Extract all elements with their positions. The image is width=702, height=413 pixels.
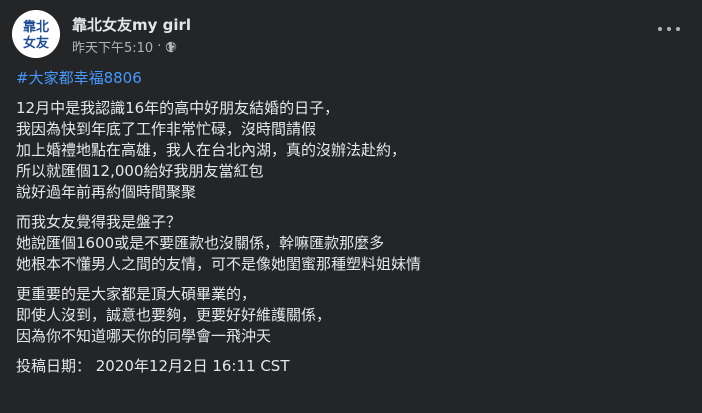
post-line: 更重要的是大家都是頂大碩畢業的， bbox=[16, 285, 257, 303]
post-line: 因為你不知道哪天你的同學會一飛沖天 bbox=[16, 327, 272, 345]
post-paragraph-1: 12月中是我認識16年的高中好朋友結婚的日子， 我因為快到年底了工作非常忙碌，沒… bbox=[16, 98, 686, 203]
post-line: 說好過年前再約個時間聚聚 bbox=[16, 183, 197, 201]
post-line: 她說匯個1600或是不要匯款也沒關係，幹嘛匯款那麼多 bbox=[16, 234, 385, 252]
post-line: 所以就匯個12,000給好我朋友當紅包 bbox=[16, 162, 264, 180]
hashtag-link[interactable]: #大家都幸福8806 bbox=[16, 68, 686, 89]
post-header: 靠北 女友 靠北女友my girl 昨天下午5:10 · bbox=[12, 10, 690, 58]
avatar-text-line-1: 靠北 bbox=[23, 19, 49, 35]
post-line: 她根本不懂男人之間的友情，可不是像她閨蜜那種塑料姐妹情 bbox=[16, 255, 422, 273]
more-horizontal-icon-dot bbox=[667, 27, 671, 31]
post-line: 我因為快到年底了工作非常忙碌，沒時間請假 bbox=[16, 120, 317, 138]
more-horizontal-icon-dot bbox=[676, 27, 680, 31]
avatar-text-line-2: 女友 bbox=[23, 35, 49, 51]
post-line: 加上婚禮地點在高雄，我人在台北內湖，真的沒辦法赴約， bbox=[16, 141, 407, 159]
post-content: #大家都幸福8806 12月中是我認識16年的高中好朋友結婚的日子， 我因為快到… bbox=[16, 68, 686, 377]
globe-icon bbox=[165, 41, 177, 53]
post-line: 即使人沒到，誠意也要夠，更要好好維護關係， bbox=[16, 306, 332, 324]
post-paragraph-3: 更重要的是大家都是頂大碩畢業的， 即使人沒到，誠意也要夠，更要好好維護關係， 因… bbox=[16, 284, 686, 347]
facebook-post: 靠北 女友 靠北女友my girl 昨天下午5:10 · #大家都幸福8806 bbox=[0, 0, 702, 413]
more-horizontal-icon-dot bbox=[658, 27, 662, 31]
post-line: 而我女友覺得我是盤子？ bbox=[16, 213, 182, 231]
posted-date: 投稿日期： 2020年12月2日 16:11 CST bbox=[16, 357, 290, 375]
post-meta: 昨天下午5:10 · bbox=[72, 37, 177, 56]
page-name-link[interactable]: 靠北女友my girl bbox=[72, 14, 191, 35]
more-options-button[interactable] bbox=[658, 22, 680, 36]
post-paragraph-2: 而我女友覺得我是盤子？ 她說匯個1600或是不要匯款也沒關係，幹嘛匯款那麼多 她… bbox=[16, 212, 686, 275]
post-line: 12月中是我認識16年的高中好朋友結婚的日子， bbox=[16, 99, 340, 117]
avatar-logo: 靠北 女友 bbox=[12, 10, 60, 58]
avatar[interactable]: 靠北 女友 bbox=[12, 10, 60, 58]
meta-separator: · bbox=[157, 39, 162, 54]
post-timestamp[interactable]: 昨天下午5:10 bbox=[72, 37, 153, 56]
